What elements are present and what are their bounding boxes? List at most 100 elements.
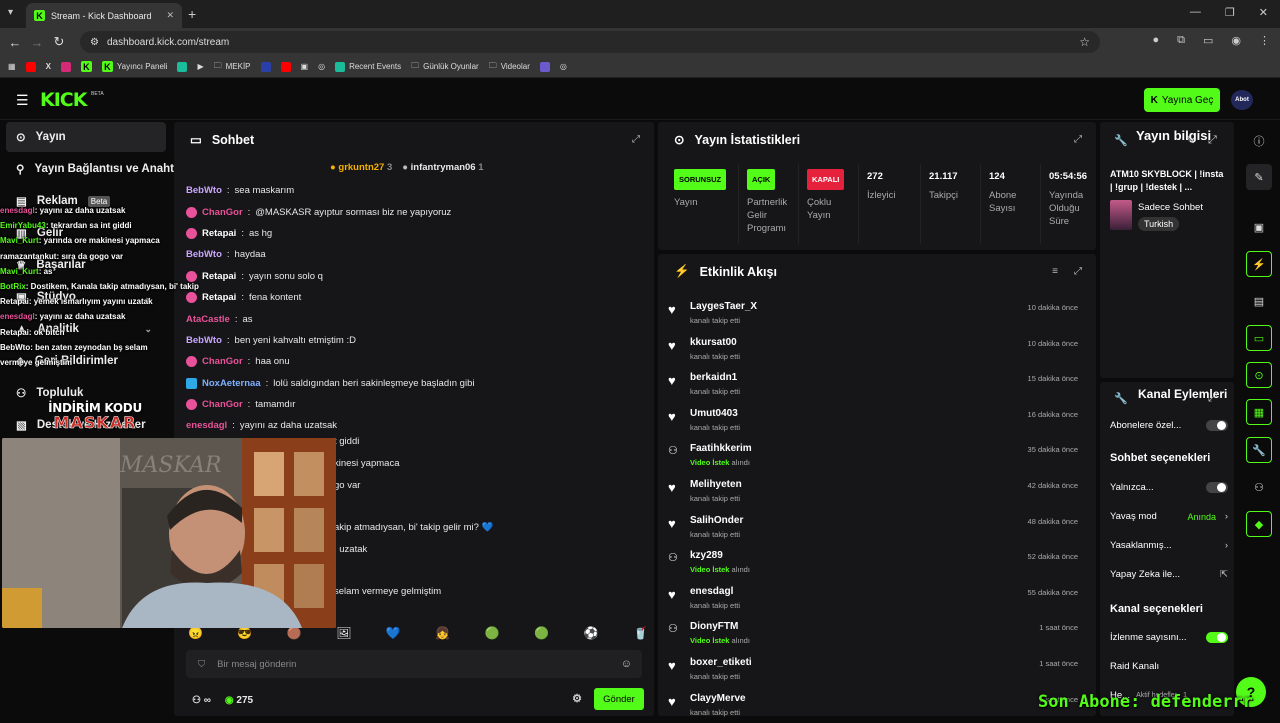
activity-event[interactable]: ♥ ClayyMerve kanalı takip etti 1 saat önce: [668, 688, 1088, 723]
gift-icon[interactable]: ◆: [1246, 511, 1272, 537]
edit-icon[interactable]: ✎: [1246, 164, 1272, 190]
emote-icon[interactable]: 🟢: [485, 626, 500, 640]
activity-event[interactable]: ⚇ Faatihkkerim Video İstek alındı 35 dakika…: [668, 438, 1088, 474]
calendar-icon[interactable]: ▦: [1246, 399, 1272, 425]
activity-event[interactable]: ♥ berkaidn1 kanalı takip etti 15 dakika önc…: [668, 367, 1088, 403]
chat-input[interactable]: ⛉ Bir mesaj gönderin ☺: [186, 650, 642, 678]
go-live-button[interactable]: K Yayına Geç: [1144, 88, 1220, 112]
activity-event[interactable]: ♥ boxer_etiketi kanalı takip etti 1 saat ön…: [668, 652, 1088, 688]
back-icon[interactable]: ←: [4, 35, 26, 50]
banned-option[interactable]: Yasaklanmış... ›: [1110, 540, 1228, 551]
play-bookmark-icon[interactable]: ▶: [197, 62, 203, 71]
chat-username[interactable]: Retapai: [202, 292, 236, 303]
emote-icon[interactable]: 👧: [435, 626, 450, 640]
bookmark-star-icon[interactable]: ☆: [1079, 35, 1090, 49]
bookmark-icon[interactable]: [539, 61, 550, 72]
chat-username[interactable]: enesdagl: [186, 420, 227, 431]
emoji-icon[interactable]: ☺: [621, 658, 632, 670]
gifter-1[interactable]: ● grkuntn27 3: [330, 162, 392, 173]
activity-event[interactable]: ⚇ kzy289 Video İstek alındı 52 dakika önce: [668, 545, 1088, 581]
ai-option[interactable]: Yapay Zeka ile... ⇱: [1110, 569, 1228, 580]
expand-icon[interactable]: ⤢: [1208, 392, 1217, 405]
activity-event[interactable]: ♥ enesdagl kanalı takip etti 55 dakika önce: [668, 581, 1088, 617]
document-icon[interactable]: ▤: [1246, 288, 1272, 314]
sidebar-item-stream-key[interactable]: ⚲ Yayın Bağlantısı ve Anahtarı: [6, 154, 188, 184]
subs-only-toggle[interactable]: [1206, 420, 1228, 431]
activity-event[interactable]: ♥ Melihyeten kanalı takip etti 42 dakika ön…: [668, 474, 1088, 510]
filter-icon[interactable]: ≡: [1052, 266, 1058, 277]
chat-username[interactable]: ChanGor: [202, 399, 243, 410]
infinity-stat[interactable]: ⚇ ∞: [192, 695, 211, 706]
category[interactable]: Sadece Sohbet Turkish: [1110, 200, 1234, 234]
activity-event[interactable]: ♥ kkursat00 kanalı takip etti 10 dakika önc…: [668, 332, 1088, 368]
bookmark-gunluk-oyunlar[interactable]: 🗀 Günlük Oyunlar: [411, 60, 479, 74]
chat-username[interactable]: NoxAeternaa: [202, 378, 261, 389]
minimize-icon[interactable]: —: [1190, 6, 1201, 19]
view-count-toggle[interactable]: [1206, 632, 1228, 643]
side-panel-icon[interactable]: ▭: [1203, 34, 1213, 47]
bookmark-mekip[interactable]: 🗀 MEKİP: [214, 60, 251, 74]
bookmark-icon[interactable]: [177, 61, 188, 72]
community-icon[interactable]: ⚇: [1246, 474, 1272, 500]
bookmark-videolar[interactable]: 🗀 Videolar: [489, 60, 530, 74]
apps-grid-icon[interactable]: ▦: [8, 62, 16, 71]
new-tab-icon[interactable]: +: [188, 6, 196, 22]
chat-username[interactable]: BebWto: [186, 185, 222, 196]
info-icon[interactable]: ⓘ: [1246, 128, 1272, 154]
sidebar-item-stream[interactable]: ⊙ Yayın: [6, 122, 166, 152]
expand-icon[interactable]: ⤢: [632, 134, 640, 145]
site-info-icon[interactable]: ⚙: [90, 37, 99, 48]
kick-bookmark-icon[interactable]: K: [80, 61, 92, 72]
tab-search-icon[interactable]: ▾: [8, 7, 13, 18]
bookmark-icon[interactable]: ◎: [560, 62, 567, 71]
profile-icon[interactable]: ◉: [1231, 34, 1241, 47]
bookmark-yayinci-paneli[interactable]: K Yayıncı Paneli: [101, 61, 167, 72]
instagram-bookmark-icon[interactable]: [60, 61, 71, 72]
media-icon[interactable]: ▣: [1246, 214, 1272, 240]
only-option[interactable]: Yalnızca...: [1110, 482, 1228, 493]
activity-event[interactable]: ♥ LaygesTaer_X kanalı takip etti 10 dakika …: [668, 296, 1088, 332]
chat-settings-icon[interactable]: ⚙: [572, 692, 582, 705]
emote-icon[interactable]: 😎: [237, 626, 252, 640]
gifter-2[interactable]: ● infantryman06 1: [402, 162, 483, 173]
kick-logo[interactable]: KICK: [40, 89, 87, 111]
points-stat[interactable]: ◉ 275: [225, 695, 253, 706]
address-bar[interactable]: ⚙ dashboard.kick.com/stream ☆: [80, 31, 1100, 53]
slow-mode-option[interactable]: Yavaş mod Anında ›: [1110, 511, 1228, 522]
activity-event[interactable]: ⚇ DionyFTM Video İstek alındı 1 saat önce: [668, 616, 1088, 652]
youtube-bookmark-icon[interactable]: [25, 61, 36, 72]
close-tab-icon[interactable]: ✕: [166, 10, 174, 21]
activity-event[interactable]: ♥ SalihOnder kanalı takip etti 48 dakika ön…: [668, 510, 1088, 546]
emote-icon[interactable]: 💙: [386, 626, 401, 640]
reload-icon[interactable]: ↻: [48, 34, 70, 50]
bookmark-recent-events[interactable]: Recent Events: [335, 61, 401, 72]
edit-icon[interactable]: ✎: [1186, 134, 1195, 147]
x-bookmark-icon[interactable]: X: [46, 62, 51, 71]
expand-icon[interactable]: ⤢: [1208, 134, 1217, 147]
user-avatar[interactable]: Abot: [1231, 90, 1253, 110]
chat-bubble-icon[interactable]: ▭: [1246, 325, 1272, 351]
forward-icon[interactable]: →: [26, 35, 48, 50]
youtube-bookmark-icon[interactable]: [280, 61, 291, 72]
extensions-puzzle-icon[interactable]: ⧉: [1177, 34, 1185, 47]
view-count-option[interactable]: İzlenme sayısını...: [1110, 632, 1228, 643]
emote-icon[interactable]: 🖼: [336, 626, 351, 640]
emote-icon[interactable]: 🟤: [287, 626, 302, 640]
subs-only-option[interactable]: Abonelere özel...: [1110, 420, 1228, 431]
emote-icon[interactable]: 🥤: [633, 626, 648, 640]
image-bookmark-icon[interactable]: ▣: [301, 62, 309, 71]
only-toggle[interactable]: [1206, 482, 1228, 493]
send-button[interactable]: Gönder: [594, 688, 644, 710]
chat-username[interactable]: ChanGor: [202, 356, 243, 367]
extension-icon[interactable]: ●: [1152, 34, 1159, 47]
close-window-icon[interactable]: ✕: [1259, 6, 1268, 19]
wrench-icon[interactable]: 🔧: [1246, 437, 1272, 463]
bookmark-icon[interactable]: ◎: [318, 62, 325, 71]
raid-option[interactable]: Raid Kanalı: [1110, 661, 1228, 672]
chat-username[interactable]: Retapai: [202, 228, 236, 239]
lightning-icon[interactable]: ⚡: [1246, 251, 1272, 277]
activity-event[interactable]: ♥ Umut0403 kanalı takip etti 16 dakika önce: [668, 403, 1088, 439]
record-icon[interactable]: ⊙: [1246, 362, 1272, 388]
emote-icon[interactable]: 🟢: [534, 626, 549, 640]
browser-menu-icon[interactable]: ⋮: [1259, 34, 1270, 47]
